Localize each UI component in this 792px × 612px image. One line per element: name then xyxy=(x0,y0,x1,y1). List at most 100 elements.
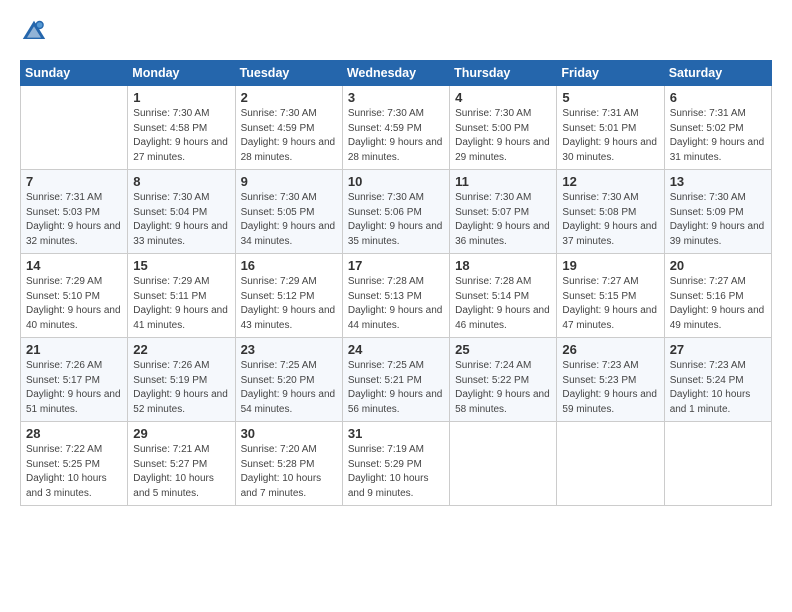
calendar-cell xyxy=(450,422,557,506)
day-info: Sunrise: 7:31 AMSunset: 5:03 PMDaylight:… xyxy=(26,191,122,249)
calendar-cell: 15 Sunrise: 7:29 AMSunset: 5:11 PMDayligh… xyxy=(128,254,235,338)
day-number: 29 xyxy=(133,426,229,441)
day-info: Sunrise: 7:24 AMSunset: 5:22 PMDaylight:… xyxy=(455,359,551,417)
day-number: 4 xyxy=(455,90,551,105)
day-number: 21 xyxy=(26,342,122,357)
calendar-cell: 3 Sunrise: 7:30 AMSunset: 4:59 PMDaylight… xyxy=(342,86,449,170)
day-number: 30 xyxy=(241,426,337,441)
calendar-cell: 1 Sunrise: 7:30 AMSunset: 4:58 PMDaylight… xyxy=(128,86,235,170)
calendar-cell: 31 Sunrise: 7:19 AMSunset: 5:29 PMDayligh… xyxy=(342,422,449,506)
calendar-cell: 25Sunrise: 7:24 AMSunset: 5:22 PMDayligh… xyxy=(450,338,557,422)
calendar-cell: 8 Sunrise: 7:30 AMSunset: 5:04 PMDaylight… xyxy=(128,170,235,254)
day-info: Sunrise: 7:30 AMSunset: 4:58 PMDaylight:… xyxy=(133,107,229,165)
day-info: Sunrise: 7:27 AMSunset: 5:16 PMDaylight:… xyxy=(670,275,766,333)
calendar-week: 28 Sunrise: 7:22 AMSunset: 5:25 PMDayligh… xyxy=(21,422,772,506)
header-day: Sunday xyxy=(21,61,128,86)
calendar-cell xyxy=(557,422,664,506)
day-info: Sunrise: 7:29 AMSunset: 5:12 PMDaylight:… xyxy=(241,275,337,333)
day-number: 20 xyxy=(670,258,766,273)
day-info: Sunrise: 7:25 AMSunset: 5:21 PMDaylight:… xyxy=(348,359,444,417)
day-number: 12 xyxy=(562,174,658,189)
day-info: Sunrise: 7:22 AMSunset: 5:25 PMDaylight:… xyxy=(26,443,122,501)
calendar-week: 1 Sunrise: 7:30 AMSunset: 4:58 PMDaylight… xyxy=(21,86,772,170)
day-number: 11 xyxy=(455,174,551,189)
header-day: Saturday xyxy=(664,61,771,86)
day-number: 23 xyxy=(241,342,337,357)
calendar-cell: 17 Sunrise: 7:28 AMSunset: 5:13 PMDayligh… xyxy=(342,254,449,338)
day-number: 15 xyxy=(133,258,229,273)
day-info: Sunrise: 7:30 AMSunset: 5:08 PMDaylight:… xyxy=(562,191,658,249)
day-number: 6 xyxy=(670,90,766,105)
calendar-table: SundayMondayTuesdayWednesdayThursdayFrid… xyxy=(20,60,772,506)
calendar-cell: 12 Sunrise: 7:30 AMSunset: 5:08 PMDayligh… xyxy=(557,170,664,254)
calendar-week: 14Sunrise: 7:29 AMSunset: 5:10 PMDayligh… xyxy=(21,254,772,338)
day-number: 9 xyxy=(241,174,337,189)
header-day: Tuesday xyxy=(235,61,342,86)
day-number: 7 xyxy=(26,174,122,189)
day-number: 27 xyxy=(670,342,766,357)
calendar-cell: 2 Sunrise: 7:30 AMSunset: 4:59 PMDaylight… xyxy=(235,86,342,170)
calendar-cell: 16 Sunrise: 7:29 AMSunset: 5:12 PMDayligh… xyxy=(235,254,342,338)
day-number: 13 xyxy=(670,174,766,189)
day-number: 26 xyxy=(562,342,658,357)
day-info: Sunrise: 7:28 AMSunset: 5:13 PMDaylight:… xyxy=(348,275,444,333)
day-number: 10 xyxy=(348,174,444,189)
day-info: Sunrise: 7:30 AMSunset: 5:07 PMDaylight:… xyxy=(455,191,551,249)
calendar-cell xyxy=(664,422,771,506)
calendar-cell: 28 Sunrise: 7:22 AMSunset: 5:25 PMDayligh… xyxy=(21,422,128,506)
day-info: Sunrise: 7:30 AMSunset: 5:04 PMDaylight:… xyxy=(133,191,229,249)
calendar-cell: 24 Sunrise: 7:25 AMSunset: 5:21 PMDayligh… xyxy=(342,338,449,422)
day-info: Sunrise: 7:26 AMSunset: 5:17 PMDaylight:… xyxy=(26,359,122,417)
day-number: 1 xyxy=(133,90,229,105)
day-number: 16 xyxy=(241,258,337,273)
header-day: Friday xyxy=(557,61,664,86)
day-number: 24 xyxy=(348,342,444,357)
day-info: Sunrise: 7:26 AMSunset: 5:19 PMDaylight:… xyxy=(133,359,229,417)
header xyxy=(20,18,772,46)
day-number: 2 xyxy=(241,90,337,105)
day-info: Sunrise: 7:30 AMSunset: 5:05 PMDaylight:… xyxy=(241,191,337,249)
calendar-cell: 4Sunrise: 7:30 AMSunset: 5:00 PMDaylight… xyxy=(450,86,557,170)
calendar-cell xyxy=(21,86,128,170)
day-info: Sunrise: 7:30 AMSunset: 5:06 PMDaylight:… xyxy=(348,191,444,249)
calendar-cell: 5Sunrise: 7:31 AMSunset: 5:01 PMDaylight… xyxy=(557,86,664,170)
day-number: 22 xyxy=(133,342,229,357)
day-info: Sunrise: 7:19 AMSunset: 5:29 PMDaylight:… xyxy=(348,443,444,501)
calendar-cell: 11 Sunrise: 7:30 AMSunset: 5:07 PMDayligh… xyxy=(450,170,557,254)
calendar-cell: 10 Sunrise: 7:30 AMSunset: 5:06 PMDayligh… xyxy=(342,170,449,254)
day-number: 17 xyxy=(348,258,444,273)
calendar-cell: 26 Sunrise: 7:23 AMSunset: 5:23 PMDayligh… xyxy=(557,338,664,422)
day-info: Sunrise: 7:23 AMSunset: 5:23 PMDaylight:… xyxy=(562,359,658,417)
header-day: Monday xyxy=(128,61,235,86)
day-info: Sunrise: 7:25 AMSunset: 5:20 PMDaylight:… xyxy=(241,359,337,417)
day-number: 8 xyxy=(133,174,229,189)
day-number: 31 xyxy=(348,426,444,441)
day-number: 3 xyxy=(348,90,444,105)
day-info: Sunrise: 7:30 AMSunset: 4:59 PMDaylight:… xyxy=(348,107,444,165)
day-info: Sunrise: 7:27 AMSunset: 5:15 PMDaylight:… xyxy=(562,275,658,333)
calendar-cell: 6 Sunrise: 7:31 AMSunset: 5:02 PMDaylight… xyxy=(664,86,771,170)
calendar-cell: 21 Sunrise: 7:26 AMSunset: 5:17 PMDayligh… xyxy=(21,338,128,422)
page: SundayMondayTuesdayWednesdayThursdayFrid… xyxy=(0,0,792,516)
calendar-cell: 7 Sunrise: 7:31 AMSunset: 5:03 PMDaylight… xyxy=(21,170,128,254)
calendar-cell: 18Sunrise: 7:28 AMSunset: 5:14 PMDayligh… xyxy=(450,254,557,338)
calendar-cell: 29 Sunrise: 7:21 AMSunset: 5:27 PMDayligh… xyxy=(128,422,235,506)
day-info: Sunrise: 7:28 AMSunset: 5:14 PMDaylight:… xyxy=(455,275,551,333)
day-info: Sunrise: 7:30 AMSunset: 5:09 PMDaylight:… xyxy=(670,191,766,249)
day-number: 5 xyxy=(562,90,658,105)
calendar-week: 21 Sunrise: 7:26 AMSunset: 5:17 PMDayligh… xyxy=(21,338,772,422)
day-info: Sunrise: 7:30 AMSunset: 4:59 PMDaylight:… xyxy=(241,107,337,165)
calendar-cell: 14Sunrise: 7:29 AMSunset: 5:10 PMDayligh… xyxy=(21,254,128,338)
day-info: Sunrise: 7:29 AMSunset: 5:10 PMDaylight:… xyxy=(26,275,122,333)
calendar-cell: 20 Sunrise: 7:27 AMSunset: 5:16 PMDayligh… xyxy=(664,254,771,338)
day-info: Sunrise: 7:31 AMSunset: 5:02 PMDaylight:… xyxy=(670,107,766,165)
day-info: Sunrise: 7:23 AMSunset: 5:24 PMDaylight:… xyxy=(670,359,766,417)
day-info: Sunrise: 7:29 AMSunset: 5:11 PMDaylight:… xyxy=(133,275,229,333)
calendar-cell: 23 Sunrise: 7:25 AMSunset: 5:20 PMDayligh… xyxy=(235,338,342,422)
day-info: Sunrise: 7:20 AMSunset: 5:28 PMDaylight:… xyxy=(241,443,337,501)
logo-icon xyxy=(20,18,48,46)
day-number: 28 xyxy=(26,426,122,441)
header-row: SundayMondayTuesdayWednesdayThursdayFrid… xyxy=(21,61,772,86)
day-info: Sunrise: 7:21 AMSunset: 5:27 PMDaylight:… xyxy=(133,443,229,501)
calendar-cell: 27 Sunrise: 7:23 AMSunset: 5:24 PMDayligh… xyxy=(664,338,771,422)
